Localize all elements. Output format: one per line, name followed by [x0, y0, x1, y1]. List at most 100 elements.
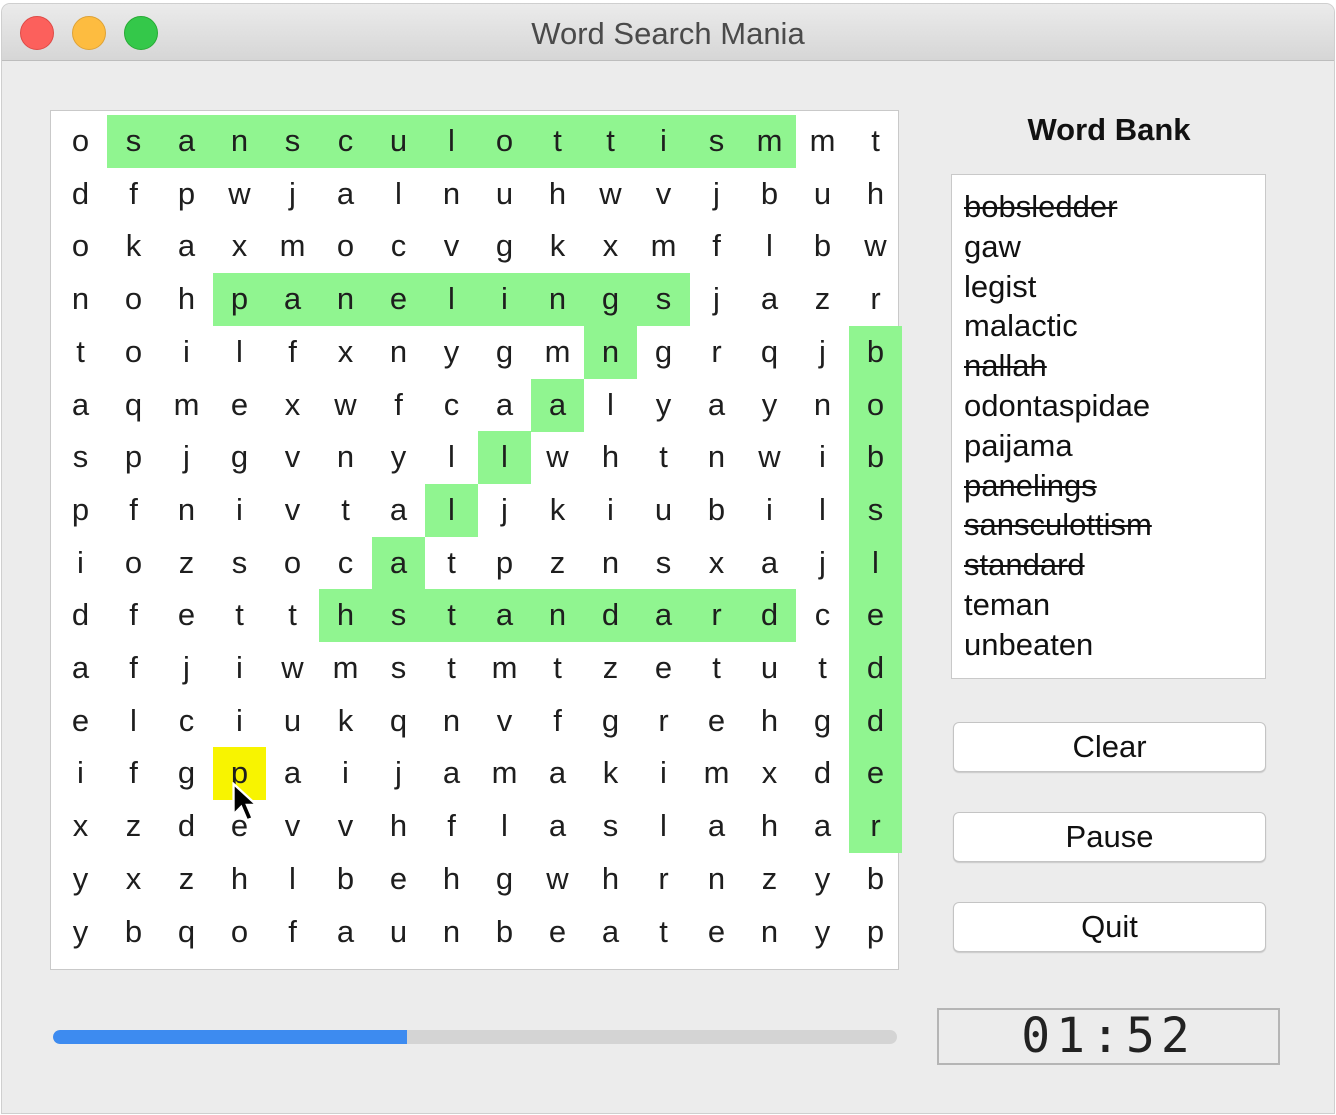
grid-cell[interactable]: h: [584, 431, 637, 483]
grid-cell[interactable]: n: [319, 273, 372, 325]
grid-cell[interactable]: g: [478, 326, 531, 378]
grid-cell[interactable]: s: [690, 115, 743, 167]
grid-cell[interactable]: t: [796, 642, 849, 694]
grid-cell[interactable]: i: [637, 747, 690, 799]
grid-cell[interactable]: l: [425, 484, 478, 536]
grid-cell[interactable]: u: [478, 168, 531, 220]
grid-cell[interactable]: o: [213, 906, 266, 958]
grid-cell[interactable]: a: [266, 273, 319, 325]
grid-cell[interactable]: i: [584, 484, 637, 536]
grid-cell[interactable]: w: [584, 168, 637, 220]
grid-cell[interactable]: a: [637, 589, 690, 641]
grid-cell[interactable]: y: [54, 853, 107, 905]
grid-cell[interactable]: m: [266, 220, 319, 272]
grid-cell[interactable]: h: [849, 168, 902, 220]
grid-cell[interactable]: m: [796, 115, 849, 167]
grid-cell[interactable]: n: [531, 273, 584, 325]
grid-cell[interactable]: s: [213, 537, 266, 589]
grid-cell[interactable]: l: [107, 695, 160, 747]
grid-cell[interactable]: l: [425, 273, 478, 325]
grid-cell[interactable]: v: [478, 695, 531, 747]
quit-button[interactable]: Quit: [953, 902, 1266, 952]
grid-cell[interactable]: s: [637, 537, 690, 589]
grid-cell[interactable]: u: [637, 484, 690, 536]
grid-cell[interactable]: g: [478, 853, 531, 905]
grid-cell[interactable]: g: [160, 747, 213, 799]
grid-cell[interactable]: a: [531, 747, 584, 799]
grid-cell[interactable]: x: [213, 220, 266, 272]
grid-cell[interactable]: t: [849, 115, 902, 167]
grid-cell[interactable]: w: [531, 431, 584, 483]
grid-cell[interactable]: c: [160, 695, 213, 747]
grid-cell[interactable]: o: [319, 220, 372, 272]
grid-cell[interactable]: n: [584, 537, 637, 589]
grid-cell[interactable]: s: [54, 431, 107, 483]
grid-cell[interactable]: j: [160, 642, 213, 694]
grid-cell[interactable]: d: [849, 695, 902, 747]
grid-cell[interactable]: r: [690, 589, 743, 641]
grid-cell[interactable]: a: [54, 642, 107, 694]
grid-cell[interactable]: h: [743, 800, 796, 852]
grid-cell[interactable]: j: [796, 537, 849, 589]
grid-cell[interactable]: g: [584, 695, 637, 747]
grid-cell[interactable]: a: [478, 589, 531, 641]
grid-cell[interactable]: l: [266, 853, 319, 905]
grid-cell[interactable]: d: [160, 800, 213, 852]
grid-cell[interactable]: p: [213, 273, 266, 325]
grid-cell[interactable]: e: [637, 642, 690, 694]
grid-cell[interactable]: y: [372, 431, 425, 483]
grid-cell[interactable]: v: [319, 800, 372, 852]
grid-cell[interactable]: l: [372, 168, 425, 220]
grid-cell[interactable]: a: [372, 537, 425, 589]
grid-cell[interactable]: x: [266, 379, 319, 431]
grid-cell[interactable]: x: [107, 853, 160, 905]
grid-cell[interactable]: h: [743, 695, 796, 747]
grid-cell[interactable]: e: [213, 379, 266, 431]
grid-cell[interactable]: c: [425, 379, 478, 431]
grid-cell[interactable]: x: [584, 220, 637, 272]
grid-cell[interactable]: u: [266, 695, 319, 747]
grid-cell[interactable]: z: [160, 853, 213, 905]
grid-cell[interactable]: n: [160, 484, 213, 536]
grid-cell[interactable]: p: [849, 906, 902, 958]
grid-cell[interactable]: b: [796, 220, 849, 272]
grid-cell[interactable]: r: [849, 800, 902, 852]
grid-cell[interactable]: w: [743, 431, 796, 483]
grid-cell[interactable]: b: [849, 853, 902, 905]
grid-cell[interactable]: y: [54, 906, 107, 958]
grid-cell[interactable]: h: [160, 273, 213, 325]
grid-cell[interactable]: i: [796, 431, 849, 483]
grid-cell[interactable]: f: [266, 326, 319, 378]
grid-cell[interactable]: i: [743, 484, 796, 536]
grid-cell[interactable]: z: [796, 273, 849, 325]
grid-cell[interactable]: s: [266, 115, 319, 167]
grid-cell[interactable]: m: [637, 220, 690, 272]
grid-cell[interactable]: a: [425, 747, 478, 799]
grid-cell[interactable]: k: [584, 747, 637, 799]
grid-cell[interactable]: m: [160, 379, 213, 431]
grid-cell[interactable]: t: [266, 589, 319, 641]
grid-cell[interactable]: t: [319, 484, 372, 536]
grid-cell[interactable]: y: [637, 379, 690, 431]
grid-cell[interactable]: o: [478, 115, 531, 167]
grid-cell[interactable]: j: [478, 484, 531, 536]
grid-cell[interactable]: e: [849, 747, 902, 799]
grid-cell[interactable]: w: [266, 642, 319, 694]
grid-cell[interactable]: g: [478, 220, 531, 272]
grid-cell[interactable]: n: [584, 326, 637, 378]
grid-cell[interactable]: a: [531, 800, 584, 852]
grid-cell[interactable]: n: [425, 695, 478, 747]
grid-cell[interactable]: h: [584, 853, 637, 905]
clear-button[interactable]: Clear: [953, 722, 1266, 772]
grid-cell[interactable]: f: [266, 906, 319, 958]
grid-cell[interactable]: v: [266, 484, 319, 536]
grid-cell[interactable]: i: [213, 695, 266, 747]
grid-cell[interactable]: v: [637, 168, 690, 220]
grid-cell[interactable]: i: [637, 115, 690, 167]
grid-cell[interactable]: n: [213, 115, 266, 167]
grid-cell[interactable]: l: [796, 484, 849, 536]
grid-cell[interactable]: l: [425, 115, 478, 167]
grid-cell[interactable]: c: [319, 537, 372, 589]
grid-cell[interactable]: k: [319, 695, 372, 747]
grid-cell[interactable]: y: [743, 379, 796, 431]
